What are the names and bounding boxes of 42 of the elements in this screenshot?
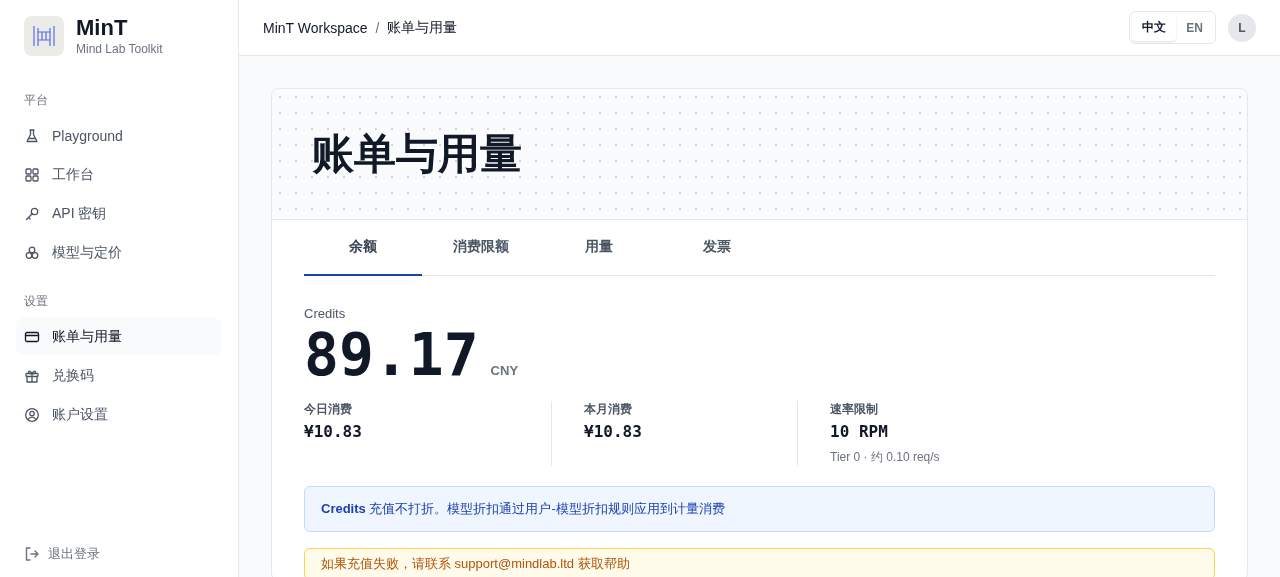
logout-button[interactable]: 退出登录 xyxy=(16,545,222,563)
sidebar-item[interactable]: 账单与用量 xyxy=(16,318,222,355)
tab[interactable]: 发票 xyxy=(658,220,776,276)
sidebar-item[interactable]: API 密钥 xyxy=(16,195,222,232)
grid-icon xyxy=(24,166,40,183)
stat-value: ¥10.83 xyxy=(584,422,643,441)
tab[interactable]: 用量 xyxy=(540,220,658,276)
language-option[interactable]: 中文 xyxy=(1132,14,1177,41)
sidebar-section-title: 设置 xyxy=(23,293,49,310)
stat-value: ¥10.83 xyxy=(304,422,363,441)
breadcrumb-separator: / xyxy=(375,19,380,36)
tab[interactable]: 消费限额 xyxy=(422,220,540,276)
stat-label: 速率限制 xyxy=(830,401,879,418)
info-notice: Credits 充值不打折。模型折扣通过用户-模型折扣规则应用到计量消费 xyxy=(304,486,1215,532)
brand-subtitle: Mind Lab Toolkit xyxy=(76,42,163,56)
stat-label: 本月消费 xyxy=(584,401,633,418)
currency-label: CNY xyxy=(490,363,519,378)
key-icon xyxy=(24,205,40,222)
avatar[interactable]: L xyxy=(1228,13,1256,42)
sidebar-item[interactable]: 兑换码 xyxy=(16,357,222,394)
circles-icon xyxy=(24,244,40,261)
warning-notice: 如果充值失败，请联系 support@mindlab.ltd 获取帮助 xyxy=(304,548,1215,577)
stat-value: 10 RPM xyxy=(830,422,889,441)
logout-icon xyxy=(24,546,40,562)
flask-icon xyxy=(24,127,40,144)
breadcrumb-link[interactable]: MinT Workspace xyxy=(263,19,368,36)
logo-icon xyxy=(24,16,64,56)
balance-amount: 89.17 xyxy=(304,323,479,387)
sidebar-item[interactable]: 模型与定价 xyxy=(16,234,222,271)
sidebar-item[interactable]: Playground xyxy=(16,117,222,154)
sidebar-item[interactable]: 工作台 xyxy=(16,156,222,193)
page-title: 账单与用量 xyxy=(312,129,522,179)
sidebar-item[interactable]: 账户设置 xyxy=(16,396,222,433)
sidebar-section-title: 平台 xyxy=(23,92,49,109)
breadcrumb-current: 账单与用量 xyxy=(387,18,458,37)
balance-label: Credits xyxy=(304,306,347,321)
user-circle-icon xyxy=(24,406,40,423)
brand-name: MinT xyxy=(76,16,129,40)
stat-note: Tier 0 · 约 0.10 req/s xyxy=(830,449,941,466)
tab[interactable]: 余额 xyxy=(304,220,422,276)
stat-label: 今日消费 xyxy=(304,401,353,418)
language-option[interactable]: EN xyxy=(1176,14,1213,41)
